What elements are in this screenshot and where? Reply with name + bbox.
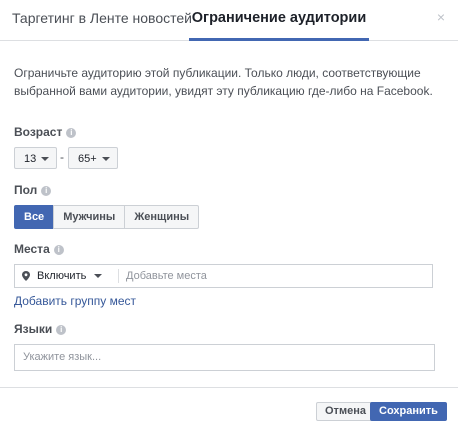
tab-audience-restriction[interactable]: Ограничение аудитории: [189, 0, 369, 41]
save-button[interactable]: Сохранить: [370, 402, 447, 421]
cancel-button[interactable]: Отмена: [316, 402, 375, 421]
languages-label: Языки i: [14, 322, 67, 336]
info-icon[interactable]: i: [41, 186, 52, 196]
info-icon[interactable]: i: [56, 325, 67, 335]
chevron-down-icon: [94, 274, 103, 278]
languages-input[interactable]: Укажите язык...: [14, 344, 435, 371]
gender-label-text: Пол: [14, 183, 38, 197]
age-min-value: 13: [24, 153, 37, 165]
gender-label: Пол i: [14, 183, 52, 197]
description-text: Ограничьте аудиторию этой публикации. То…: [14, 66, 433, 98]
chevron-down-icon: [101, 157, 110, 161]
include-label: Включить: [37, 270, 87, 282]
include-dropdown[interactable]: Включить: [37, 265, 103, 287]
footer-divider: [0, 387, 458, 388]
age-separator: -: [60, 150, 64, 164]
tab-bar: Таргетинг в Ленте новостей Ограничение а…: [0, 0, 458, 41]
places-search-input[interactable]: Добавьте места: [126, 265, 207, 287]
languages-label-text: Языки: [14, 322, 53, 336]
divider: [118, 269, 119, 283]
chevron-down-icon: [41, 157, 50, 161]
age-label: Возраст i: [14, 125, 77, 139]
places-input-box[interactable]: Включить Добавьте места: [14, 264, 433, 288]
age-min-select[interactable]: 13: [14, 147, 57, 169]
gender-men-button[interactable]: Мужчины: [53, 205, 126, 229]
location-pin-icon: [22, 271, 30, 281]
tab-news-feed-targeting[interactable]: Таргетинг в Ленте новостей: [12, 0, 192, 40]
places-label: Места i: [14, 242, 64, 256]
places-label-text: Места: [14, 242, 50, 256]
info-icon[interactable]: i: [53, 245, 64, 255]
gender-all-button[interactable]: Все: [14, 205, 55, 229]
age-max-value: 65+: [78, 153, 97, 165]
close-icon[interactable]: ×: [437, 9, 445, 25]
info-icon[interactable]: i: [66, 128, 77, 138]
gender-women-button[interactable]: Женщины: [124, 205, 200, 229]
add-place-group-link[interactable]: Добавить группу мест: [14, 294, 136, 308]
gender-selector: Все Мужчины Женщины: [14, 205, 200, 229]
age-max-select[interactable]: 65+: [68, 147, 118, 169]
age-label-text: Возраст: [14, 125, 63, 139]
